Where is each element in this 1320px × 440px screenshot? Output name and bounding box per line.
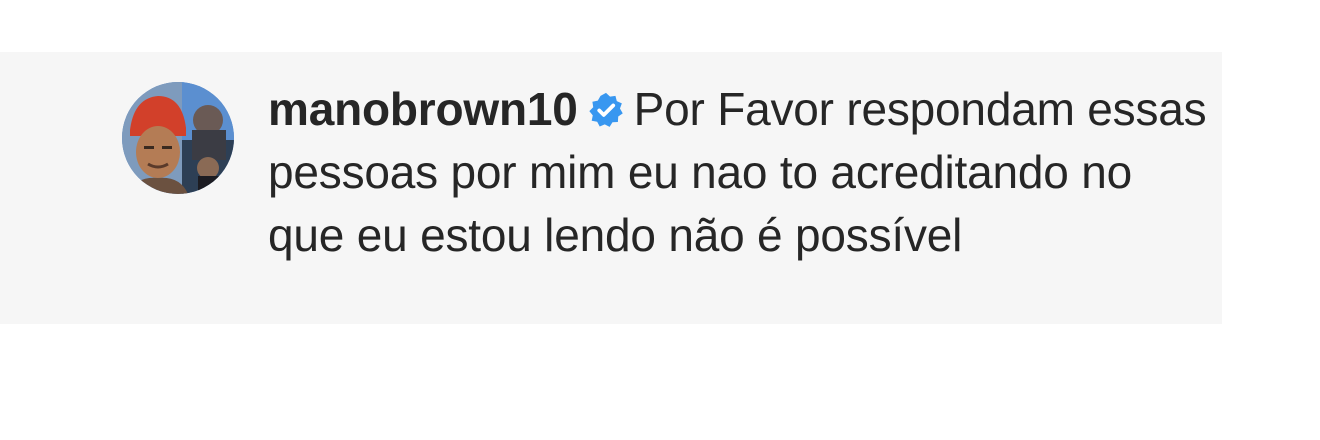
profile-avatar[interactable] <box>122 82 234 194</box>
comment-username[interactable]: manobrown10 <box>268 83 578 135</box>
verified-badge-icon <box>588 92 624 128</box>
comment-body: manobrown10 Por Favor respondam essas pes… <box>268 78 1218 267</box>
avatar-image <box>122 82 234 194</box>
